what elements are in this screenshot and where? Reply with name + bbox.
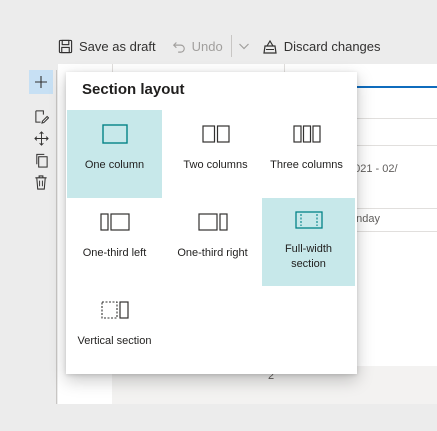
add-icon — [35, 76, 47, 88]
layout-option-label: One-third right — [177, 247, 248, 259]
layout-option-one-third-right[interactable]: One-third right — [165, 198, 260, 286]
edit-section-button[interactable] — [33, 108, 49, 124]
layout-option-label: One column — [84, 159, 145, 171]
save-as-draft-button[interactable]: Save as draft — [58, 28, 156, 64]
one-third-left-icon — [99, 213, 130, 231]
save-icon — [58, 39, 73, 53]
layout-option-label: Two columns — [183, 159, 248, 171]
undo-dropdown-button[interactable] — [238, 28, 250, 64]
move-section-button[interactable] — [33, 130, 49, 146]
add-section-button[interactable] — [29, 70, 53, 94]
section-outline — [56, 70, 57, 404]
layout-option-label: Full-width section — [284, 243, 333, 270]
delete-section-button[interactable] — [33, 174, 49, 190]
one-column-icon — [101, 124, 128, 144]
duplicate-icon — [35, 153, 48, 168]
toolbar-divider — [230, 35, 232, 57]
discard-changes-label: Discard changes — [283, 38, 381, 54]
edit-section-icon — [34, 109, 49, 124]
full-width-section-icon — [294, 211, 323, 229]
undo-button[interactable]: Undo — [172, 28, 223, 64]
discard-icon — [262, 39, 277, 54]
two-columns-icon — [201, 125, 230, 143]
layout-option-label: Vertical section — [77, 335, 152, 347]
layout-option-one-third-left[interactable]: One-third left — [67, 198, 162, 286]
duplicate-section-button[interactable] — [33, 152, 49, 168]
discard-changes-button[interactable]: Discard changes — [262, 28, 381, 64]
vertical-section-icon — [100, 301, 129, 319]
move-icon — [33, 130, 49, 146]
command-bar: Save as draft Undo Discard changes — [58, 28, 437, 64]
layout-option-one-column[interactable]: One column — [67, 110, 162, 198]
layout-option-three-columns[interactable]: Three columns — [259, 110, 354, 198]
section-layout-title: Section layout — [82, 81, 185, 98]
three-columns-icon — [292, 125, 321, 143]
layout-option-label: One-third left — [82, 247, 147, 259]
layout-option-vertical-section[interactable]: Vertical section — [67, 286, 162, 374]
layout-option-two-columns[interactable]: Two columns — [168, 110, 263, 198]
one-third-right-icon — [197, 213, 228, 231]
delete-icon — [35, 174, 47, 190]
layout-option-label: Three columns — [270, 159, 343, 171]
undo-icon — [172, 42, 185, 53]
chevron-down-icon — [238, 43, 249, 50]
undo-label: Undo — [191, 38, 223, 54]
save-as-draft-label: Save as draft — [79, 38, 156, 54]
layout-option-full-width-section[interactable]: Full-width section — [262, 198, 355, 286]
